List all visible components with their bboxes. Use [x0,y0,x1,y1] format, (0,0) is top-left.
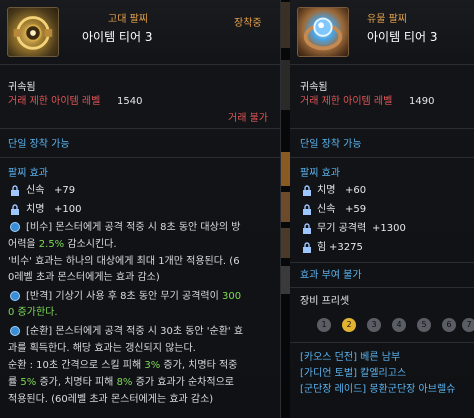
effect-text: [순환] 몬스터에게 공격 적중 시 30초 동안 '순환' 효 [26,326,244,337]
stat-value: +1300 [372,223,406,234]
right-tooltip: 유물 팔찌 아이템 티어 3 귀속됨 거래 제한 아이템 레벨 1490 단일 … [290,0,474,418]
lock-icon [302,242,312,253]
effect-note: 0레벨 초과 몬스터에게는 효과 감소) [8,272,160,283]
lock-icon [302,185,312,196]
source-guardian-raid: [가디언 토벌] 칼엘리고스 [300,368,407,379]
effect-text: 어력을 2.5% 감소시킨다. [8,239,117,250]
divider [290,128,474,129]
lock-icon [10,185,20,196]
divider [290,64,474,65]
item-title: 아이템 티어 3 [367,30,438,44]
effect-text: 률 5% 증가, 치명타 피해 8% 증가 효과가 순차적으로 [8,377,234,388]
effect-text: 0 증가한다. [8,307,58,318]
stat-name: 치명 [26,204,45,215]
left-tooltip: 고대 팔찌 아이템 티어 3 장착중 귀속됨 거래 제한 아이템 레벨 1540… [0,0,281,418]
ancient-bracelet-icon [7,7,59,57]
effect-gem-icon [10,326,20,336]
effect-text: [반격] 기상기 사용 후 8초 동안 무기 공격력이 300 [26,291,242,302]
lock-icon [10,204,20,215]
stat-value: +79 [54,185,76,196]
preset-label: 장비 프리셋 [300,296,350,307]
inventory-slot[interactable] [281,60,290,110]
effect-header: 팔찌 효과 [300,168,340,179]
stat-value: +3275 [329,242,363,253]
stat-value: +60 [345,185,367,196]
preset-slot-7[interactable]: 7 [462,318,474,332]
trade-limit-label: 거래 제한 아이템 레벨 [8,96,101,107]
lock-icon [302,223,312,234]
divider [290,157,474,158]
divider [0,64,280,65]
relic-bracelet-icon [297,7,349,57]
source-legion-raid: [군단장 레이드] 몽환군단장 아브렐슈 [300,384,456,395]
inventory-edge [281,0,290,418]
inventory-slot[interactable] [281,266,290,294]
divider [290,287,474,288]
trade-limit-value: 1540 [117,96,143,107]
effect-gem-icon [10,291,20,301]
preset-slot-3[interactable]: 3 [367,318,381,332]
stat-name: 무기 공격력 [317,223,367,234]
effect-note: 적용된다. (60레벨 초과 몬스터에게는 효과 감소) [8,394,214,405]
preset-slot-4[interactable]: 4 [392,318,406,332]
single-equip-label: 단일 장착 가능 [300,139,362,150]
stat-name: 힘 [317,242,327,253]
effect-text: [비수] 몬스터에게 공격 적중 시 8초 동안 대상의 방 [26,222,241,233]
trade-disabled: 거래 불가 [228,113,268,124]
source-chaos-dungeon: [카오스 던전] 베른 남부 [300,352,401,363]
bound-status: 귀속됨 [8,82,36,93]
lock-icon [302,204,312,215]
divider [290,342,474,343]
item-grade: 유물 팔찌 [367,14,407,25]
preset-slot-6[interactable]: 6 [442,318,456,332]
inventory-slot[interactable] [281,228,290,258]
single-equip-label: 단일 장착 가능 [8,139,70,150]
inventory-slot[interactable] [281,152,290,186]
stat-name: 치명 [317,185,336,196]
stat-value: +100 [54,204,82,215]
divider [0,128,280,129]
item-grade: 고대 팔찌 [108,14,148,25]
inventory-slot[interactable] [281,2,290,48]
equipped-badge: 장착중 [234,18,262,29]
effect-gem-icon [10,222,20,232]
trade-limit-label: 거래 제한 아이템 레벨 [300,96,393,107]
preset-slot-1[interactable]: 1 [317,318,331,332]
item-title: 아이템 티어 3 [82,30,153,44]
divider [0,157,280,158]
bound-status: 귀속됨 [300,82,328,93]
stat-name: 신속 [317,204,336,215]
trade-limit-value: 1490 [409,96,435,107]
stat-name: 신속 [26,185,45,196]
preset-slot-2[interactable]: 2 [342,318,356,332]
inventory-slot[interactable] [281,192,290,222]
grant-effect-status: 효과 부여 불가 [300,270,362,281]
stat-value: +59 [345,204,367,215]
effect-header: 팔찌 효과 [8,168,48,179]
effect-text: '비수' 효과는 하나의 대상에게 최대 1개만 적용된다. (6 [8,256,240,267]
effect-text: 순환 : 10초 간격으로 스킬 피해 3% 증가, 치명타 적중 [8,360,238,371]
effect-text: 과를 획득한다. 해당 효과는 갱신되지 않는다. [8,343,196,354]
divider [290,262,474,263]
preset-slot-5[interactable]: 5 [417,318,431,332]
